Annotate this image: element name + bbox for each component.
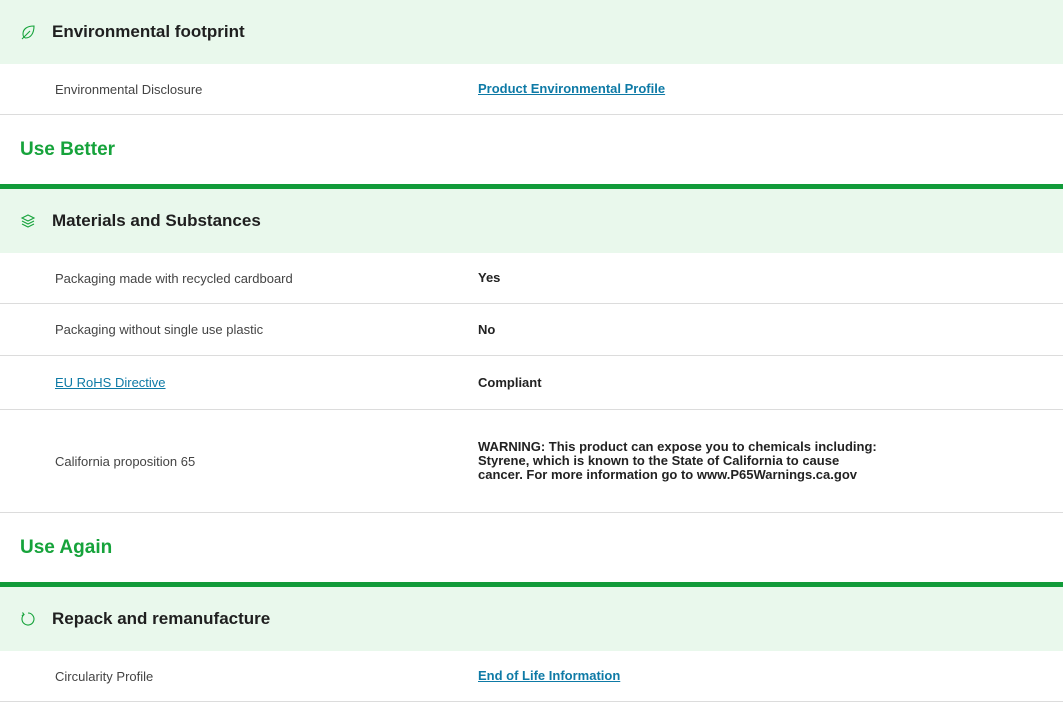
refresh-icon xyxy=(20,611,36,627)
eu-rohs-directive-link[interactable]: EU RoHS Directive xyxy=(55,375,166,390)
row-value: WARNING: This product can expose you to … xyxy=(478,440,1063,482)
section-header-repack: Repack and remanufacture xyxy=(0,587,1063,651)
row-value: Yes xyxy=(478,270,501,285)
group-heading-text: Use Better xyxy=(20,138,116,160)
row-label: EU RoHS Directive xyxy=(0,375,478,390)
row-label: California proposition 65 xyxy=(55,453,196,469)
section-header-environmental-footprint: Environmental footprint xyxy=(0,0,1063,64)
row-label: Packaging made with recycled cardboard xyxy=(55,270,293,286)
row-circularity-profile: Circularity Profile End of Life Informat… xyxy=(0,651,1063,702)
row-value: No xyxy=(478,321,496,337)
row-environmental-disclosure: Environmental Disclosure Product Environ… xyxy=(0,64,1063,115)
end-of-life-information-link[interactable]: End of Life Information xyxy=(478,668,620,683)
product-environmental-profile-link[interactable]: Product Environmental Profile xyxy=(478,81,665,96)
row-label: Environmental Disclosure xyxy=(55,81,203,97)
row-eu-rohs: EU RoHS Directive Compliant xyxy=(0,356,1063,410)
prop-65-warning-text: WARNING: This product can expose you to … xyxy=(478,439,877,482)
layers-icon xyxy=(20,213,36,229)
section-title: Repack and remanufacture xyxy=(52,609,271,628)
row-value: Compliant xyxy=(478,374,542,390)
row-recycled-cardboard: Packaging made with recycled cardboard Y… xyxy=(0,253,1063,304)
row-label: Packaging without single use plastic xyxy=(55,322,264,337)
row-value: End of Life Information xyxy=(478,669,1063,683)
group-heading-use-better: Use Better xyxy=(0,115,1063,189)
row-single-use-plastic: Packaging without single use plastic No xyxy=(0,304,1063,356)
leaf-icon xyxy=(20,24,36,40)
group-heading-text: Use Again xyxy=(20,536,113,558)
section-title: Environmental footprint xyxy=(52,22,245,41)
row-label: Circularity Profile xyxy=(55,668,154,684)
section-header-materials: Materials and Substances xyxy=(0,189,1063,253)
row-california-prop-65: California proposition 65 WARNING: This … xyxy=(0,410,1063,513)
group-heading-use-again: Use Again xyxy=(0,513,1063,587)
section-title: Materials and Substances xyxy=(52,211,261,230)
row-value: Product Environmental Profile xyxy=(478,82,1063,96)
